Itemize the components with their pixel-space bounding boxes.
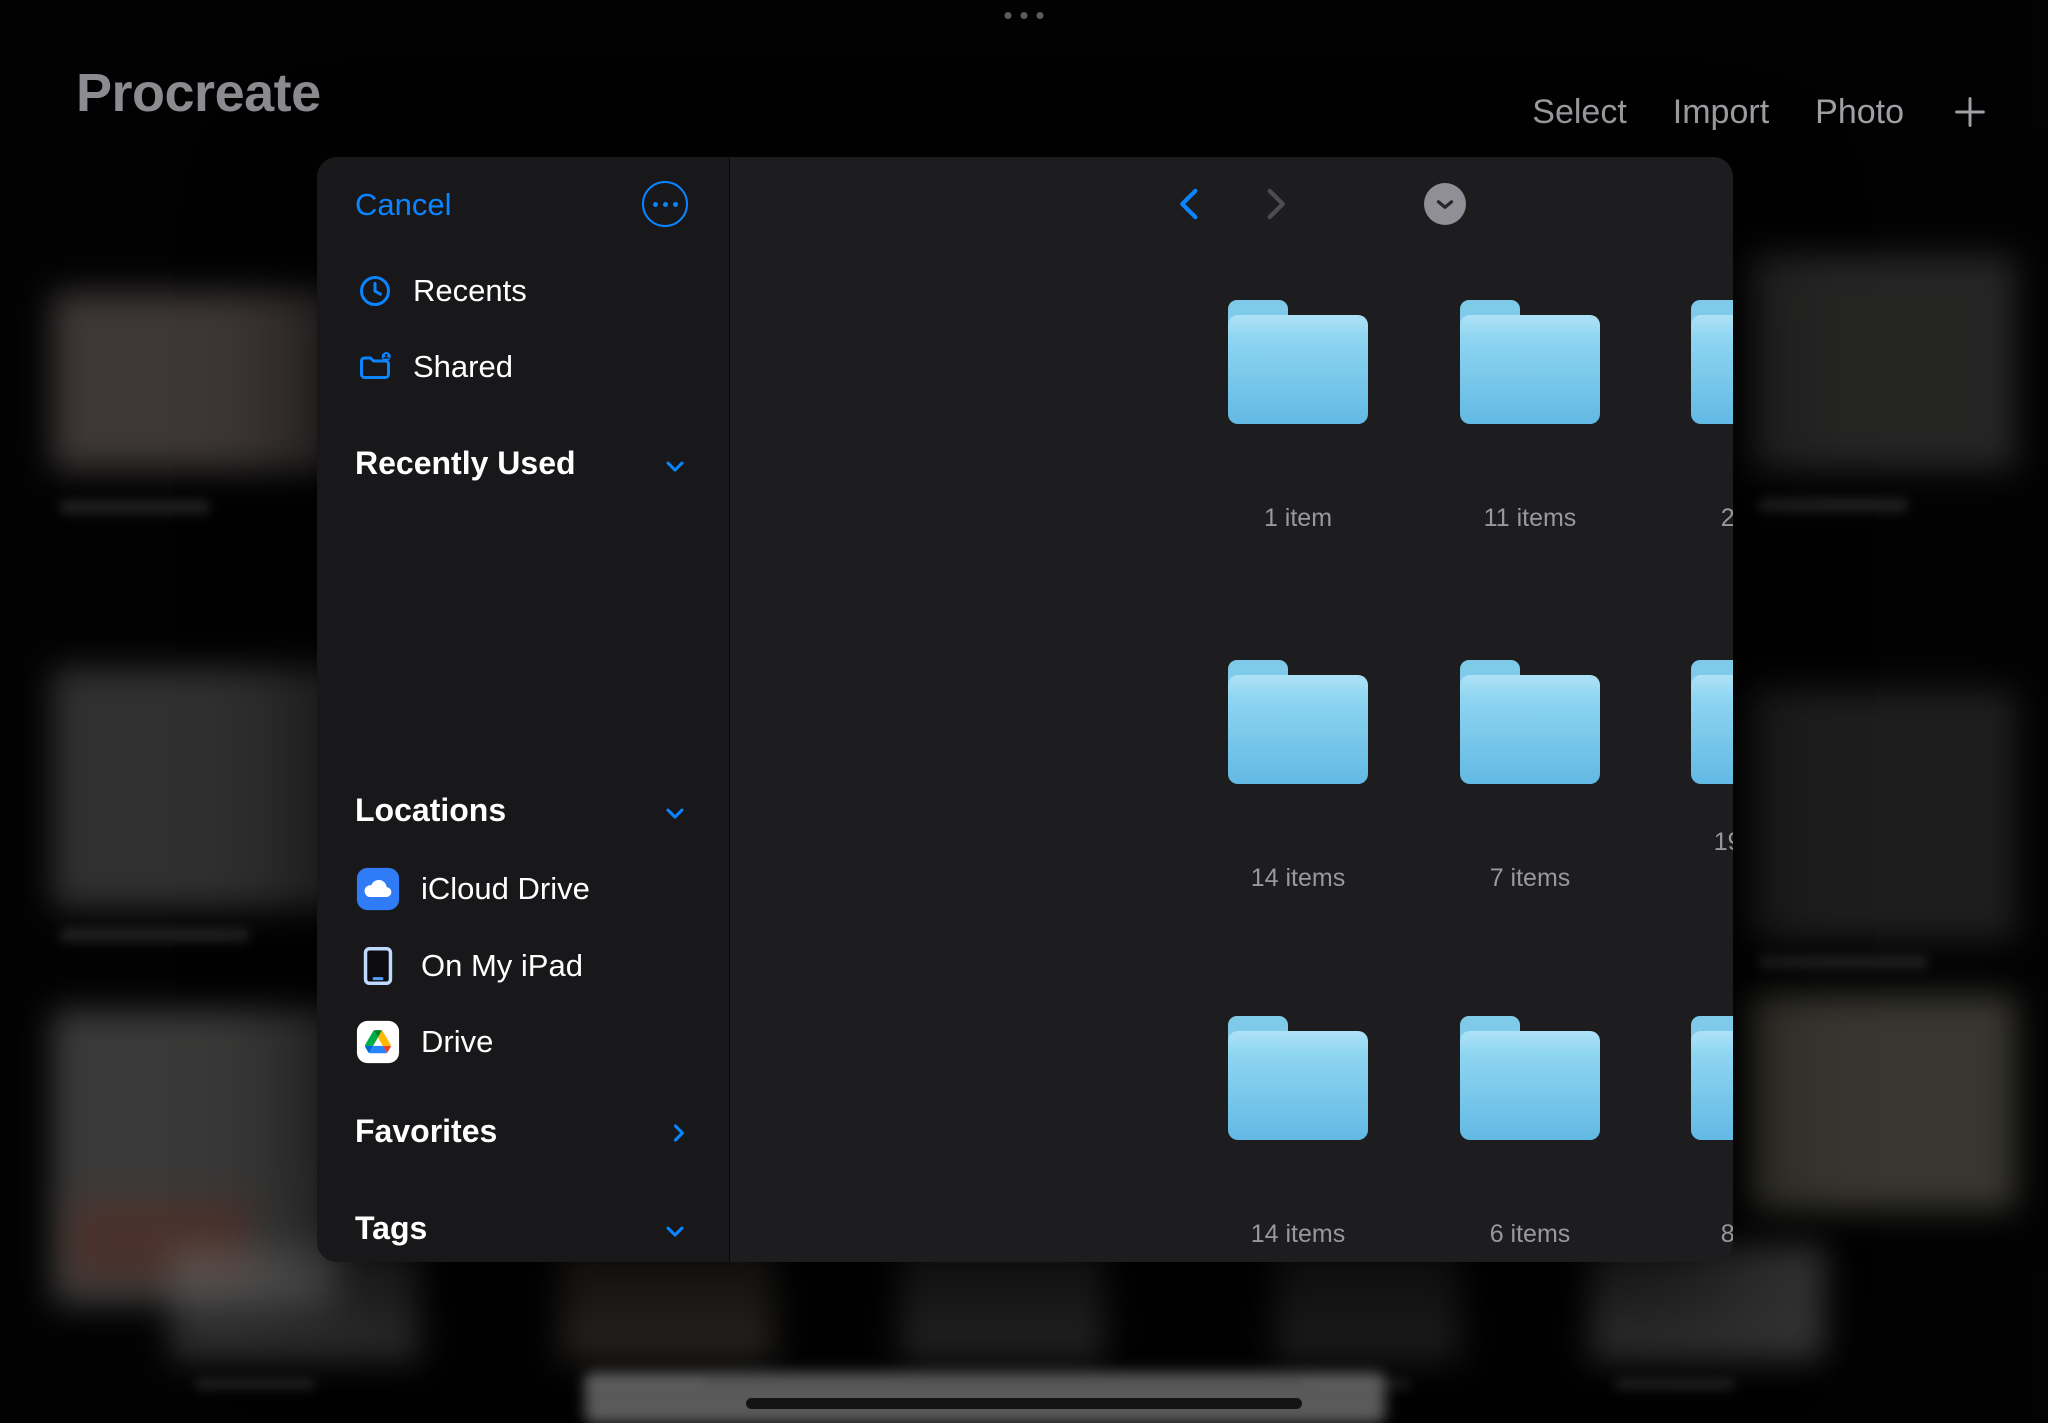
folder-icon bbox=[1691, 300, 1733, 424]
folder-item-count: 14 items bbox=[1188, 864, 1408, 893]
sidebar-item-on-my-ipad[interactable]: On My iPad bbox=[355, 940, 583, 992]
select-button[interactable]: Select bbox=[1532, 93, 1627, 132]
picker-sidebar: Cancel Recents Shared Recently Used Loca… bbox=[317, 157, 730, 1262]
folder-item[interactable]: 19 items bbox=[1651, 660, 1733, 784]
folder-item[interactable]: 7 items bbox=[1420, 660, 1640, 784]
sidebar-item-recents[interactable]: Recents bbox=[357, 271, 527, 311]
screen: Procreate Select Import Photo Cancel Rec… bbox=[0, 0, 2048, 1423]
folder-icon bbox=[1460, 300, 1600, 424]
folder-item-count: 7 items bbox=[1420, 864, 1640, 893]
folder-item-count: 11 items bbox=[1420, 504, 1640, 533]
back-icon[interactable] bbox=[1170, 183, 1212, 225]
shared-folder-icon bbox=[357, 349, 393, 385]
import-button[interactable]: Import bbox=[1673, 93, 1769, 132]
add-canvas-icon[interactable] bbox=[1950, 92, 1990, 132]
more-options-icon[interactable] bbox=[642, 181, 688, 227]
photo-button[interactable]: Photo bbox=[1815, 93, 1904, 132]
picker-content: 1 item 11 items 2 items bbox=[730, 157, 1733, 1262]
files-picker-dialog: Cancel Recents Shared Recently Used Loca… bbox=[317, 157, 1733, 1262]
icloud-drive-icon bbox=[355, 866, 401, 912]
chevron-right-icon[interactable] bbox=[665, 1119, 693, 1152]
section-favorites: Favorites bbox=[355, 1113, 497, 1150]
sidebar-item-icloud-drive[interactable]: iCloud Drive bbox=[355, 863, 590, 915]
folder-icon bbox=[1228, 300, 1368, 424]
sidebar-item-label: Shared bbox=[413, 349, 513, 385]
folder-item-count: 19 items bbox=[1651, 828, 1733, 857]
folder-icon bbox=[1228, 1016, 1368, 1140]
folder-icon bbox=[1228, 660, 1368, 784]
folder-item-count: 14 items bbox=[1188, 1220, 1408, 1249]
gallery-actions: Select Import Photo bbox=[1532, 92, 1990, 132]
folder-icon bbox=[1691, 660, 1733, 784]
forward-icon[interactable] bbox=[1253, 183, 1295, 225]
sidebar-item-label: Recents bbox=[413, 273, 527, 309]
home-indicator[interactable] bbox=[746, 1398, 1302, 1409]
clock-icon bbox=[357, 273, 393, 309]
folder-item-count: 6 items bbox=[1420, 1220, 1640, 1249]
sidebar-item-label: Drive bbox=[421, 1024, 493, 1060]
google-drive-icon bbox=[355, 1019, 401, 1065]
ipad-icon bbox=[355, 943, 401, 989]
folder-item[interactable]: 14 items bbox=[1188, 1016, 1408, 1140]
folder-item[interactable]: 14 items bbox=[1188, 660, 1408, 784]
section-locations: Locations bbox=[355, 792, 506, 829]
folder-icon bbox=[1460, 660, 1600, 784]
folder-item[interactable]: 1 item bbox=[1188, 300, 1408, 424]
section-recently-used: Recently Used bbox=[355, 445, 576, 482]
chevron-down-icon[interactable] bbox=[661, 799, 689, 832]
cancel-button[interactable]: Cancel bbox=[355, 187, 452, 223]
folder-item[interactable]: 11 items bbox=[1420, 300, 1640, 424]
chevron-down-icon[interactable] bbox=[661, 452, 689, 485]
sidebar-item-google-drive[interactable]: Drive bbox=[355, 1016, 493, 1068]
sidebar-item-shared[interactable]: Shared bbox=[357, 347, 513, 387]
folder-icon bbox=[1460, 1016, 1600, 1140]
folder-item[interactable]: 2 items bbox=[1651, 300, 1733, 424]
pull-down-menu-icon[interactable] bbox=[1424, 183, 1466, 225]
page-title: Procreate bbox=[76, 62, 321, 124]
folder-item-count: 2 items bbox=[1651, 504, 1733, 533]
multitasking-handle[interactable] bbox=[1005, 12, 1044, 19]
folder-icon bbox=[1691, 1016, 1733, 1140]
folder-item[interactable]: 8 items bbox=[1651, 1016, 1733, 1140]
section-tags: Tags bbox=[355, 1210, 427, 1247]
sidebar-item-label: iCloud Drive bbox=[421, 871, 590, 907]
chevron-down-icon[interactable] bbox=[661, 1217, 689, 1250]
folder-item-count: 8 items bbox=[1651, 1220, 1733, 1249]
folder-item[interactable]: 6 items bbox=[1420, 1016, 1640, 1140]
sidebar-item-label: On My iPad bbox=[421, 948, 583, 984]
folder-item-count: 1 item bbox=[1188, 504, 1408, 533]
